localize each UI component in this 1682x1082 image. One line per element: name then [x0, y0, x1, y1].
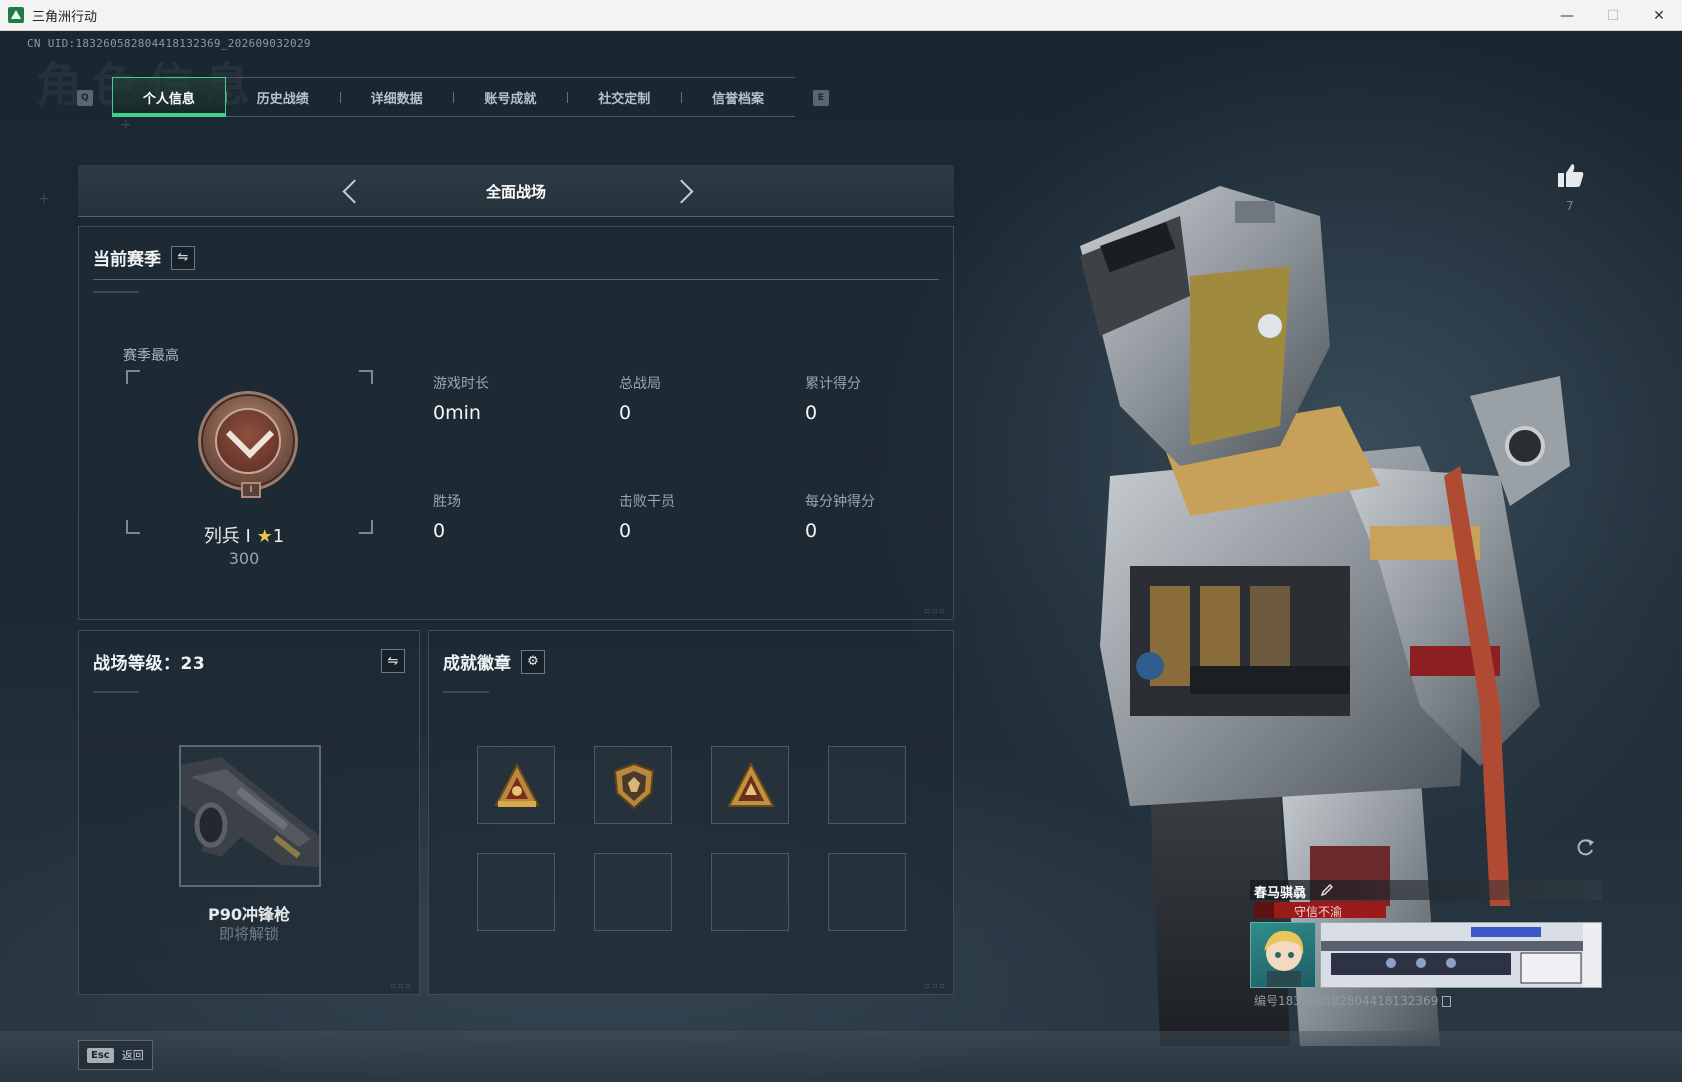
window-controls: — ☐ ✕: [1544, 0, 1682, 31]
divider: [93, 691, 139, 693]
tab-bar: 个人信息 历史战绩 详细数据 账号成就 社交定制 信誉档案: [112, 77, 795, 117]
smg-weapon-icon: [181, 747, 319, 885]
achievement-slot-3[interactable]: [711, 746, 789, 824]
stat-score-per-minute: 每分钟得分 0: [805, 494, 875, 542]
stat-kills: 击败干员 0: [619, 494, 675, 542]
achievement-slot-4[interactable]: [828, 746, 906, 824]
bottom-bar: [0, 1031, 1682, 1082]
edit-pen-icon[interactable]: [1320, 883, 1334, 897]
stat-total-matches: 总战局 0: [619, 376, 661, 424]
current-season-panel: 当前赛季 ⇋ 赛季最高 I 列兵 I ★1 300 游戏时长 0min 总战局 …: [78, 226, 954, 620]
avatar: [1250, 922, 1316, 988]
battlefield-level-panel: 战场等级：23 ⇋ P90冲锋枪 即将解锁 ▫▫▫: [78, 630, 420, 995]
corner-deco: ▫▫▫: [924, 606, 947, 615]
gold-triangle-badge-icon: [727, 761, 775, 807]
player-card[interactable]: 春马骐骉 守信不渝 编号183260582804418132369: [1250, 880, 1602, 1008]
player-banner: [1320, 922, 1602, 988]
weapon-status: 即将解锁: [218, 925, 279, 943]
bracket-corner: [126, 370, 140, 384]
achievement-slot-7[interactable]: [711, 853, 789, 931]
rank-name: 列兵 I ★1: [139, 522, 349, 548]
esc-key: Esc: [87, 1047, 114, 1063]
close-button[interactable]: ✕: [1636, 0, 1682, 31]
rank-stars: 1: [272, 526, 285, 547]
swap-icon[interactable]: ⇋: [381, 649, 405, 673]
like-count: 7: [1566, 199, 1574, 213]
gear-icon[interactable]: ⚙: [521, 649, 545, 674]
swap-icon[interactable]: ⇋: [171, 245, 195, 270]
achievement-slot-5[interactable]: [477, 853, 555, 931]
player-motto: 守信不渝: [1294, 905, 1343, 919]
crosshair-deco-icon: +: [38, 191, 50, 207]
crosshair-deco-icon: +: [120, 117, 132, 133]
bracket-corner: [359, 370, 373, 384]
stat-play-time: 游戏时长 0min: [433, 376, 489, 424]
key-hint-e: E: [813, 90, 829, 106]
back-label: 返回: [121, 1049, 144, 1062]
achievement-slot-1[interactable]: [477, 746, 555, 824]
divider: [443, 691, 489, 693]
key-hint-q: Q: [77, 90, 93, 106]
gold-triangle-crest-icon: [494, 762, 540, 807]
rank-points: 300: [228, 549, 260, 568]
thumbs-up-icon[interactable]: [1556, 161, 1586, 191]
anime-avatar-icon: [1264, 930, 1304, 987]
achievement-slot-8[interactable]: [828, 853, 906, 931]
back-button[interactable]: Esc 返回: [78, 1040, 153, 1070]
mode-selector: 全面战场: [78, 165, 954, 217]
season-title: 当前赛季: [93, 250, 161, 270]
tab-credit[interactable]: 信誉档案: [681, 77, 795, 117]
gold-shield-badge-icon: [613, 762, 655, 810]
motto-bar: 守信不渝: [1254, 902, 1386, 919]
bracket-corner: [359, 520, 373, 534]
player-name: 春马骐骉: [1254, 886, 1307, 901]
mode-title: 全面战场: [485, 183, 546, 201]
corner-deco: ▫▫▫: [390, 981, 413, 990]
rank-numeral: I: [241, 482, 261, 498]
season-best-label: 赛季最高: [123, 348, 179, 364]
season-header: 当前赛季 ⇋: [93, 245, 195, 270]
achievement-badges-panel: 成就徽章 ⚙ ▫▫▫: [428, 630, 954, 995]
player-card-id: 编号183260582804418132369: [1254, 992, 1452, 1009]
divider: [93, 291, 139, 293]
app-logo-icon: [8, 7, 24, 23]
minimize-button[interactable]: —: [1544, 0, 1590, 31]
stat-wins: 胜场 0: [433, 494, 461, 542]
mode-next-button[interactable]: [673, 179, 697, 203]
tab-history[interactable]: 历史战绩: [225, 77, 340, 117]
maximize-button[interactable]: ☐: [1590, 0, 1636, 31]
star-icon: ★: [256, 526, 273, 547]
weapon-name: P90冲锋枪: [208, 905, 290, 924]
rotate-icon[interactable]: [1574, 837, 1596, 859]
level-header: 战场等级：23: [93, 649, 205, 674]
tab-achievements[interactable]: 账号成就: [453, 77, 567, 117]
corner-deco: ▫▫▫: [924, 981, 947, 990]
window-title: 三角洲行动: [32, 9, 98, 25]
weapon-image[interactable]: [179, 745, 321, 887]
game-scene: CN UID:18326058280441813236​9_2026090320…: [0, 31, 1682, 1082]
rank-name-text: 列兵 I: [203, 526, 251, 547]
achievement-header: 成就徽章 ⚙: [443, 649, 545, 674]
banner-artwork-icon: [1321, 923, 1601, 987]
bracket-corner: [126, 520, 140, 534]
chevron-down-icon: [225, 410, 275, 459]
achievement-slot-2[interactable]: [594, 746, 672, 824]
level-title: 战场等级：23: [93, 654, 206, 674]
tab-personal-info[interactable]: 个人信息: [112, 77, 226, 117]
stat-total-score: 累计得分 0: [805, 376, 861, 424]
copy-icon[interactable]: [1442, 996, 1452, 1007]
rank-badge-icon: I: [198, 391, 298, 498]
window-titlebar: 三角洲行动 — ☐ ✕: [0, 0, 1682, 31]
divider: [93, 279, 939, 280]
achievement-title: 成就徽章: [443, 654, 511, 674]
tab-detailed-data[interactable]: 详细数据: [339, 77, 454, 117]
tab-social[interactable]: 社交定制: [567, 77, 681, 117]
achievement-slot-6[interactable]: [594, 853, 672, 931]
